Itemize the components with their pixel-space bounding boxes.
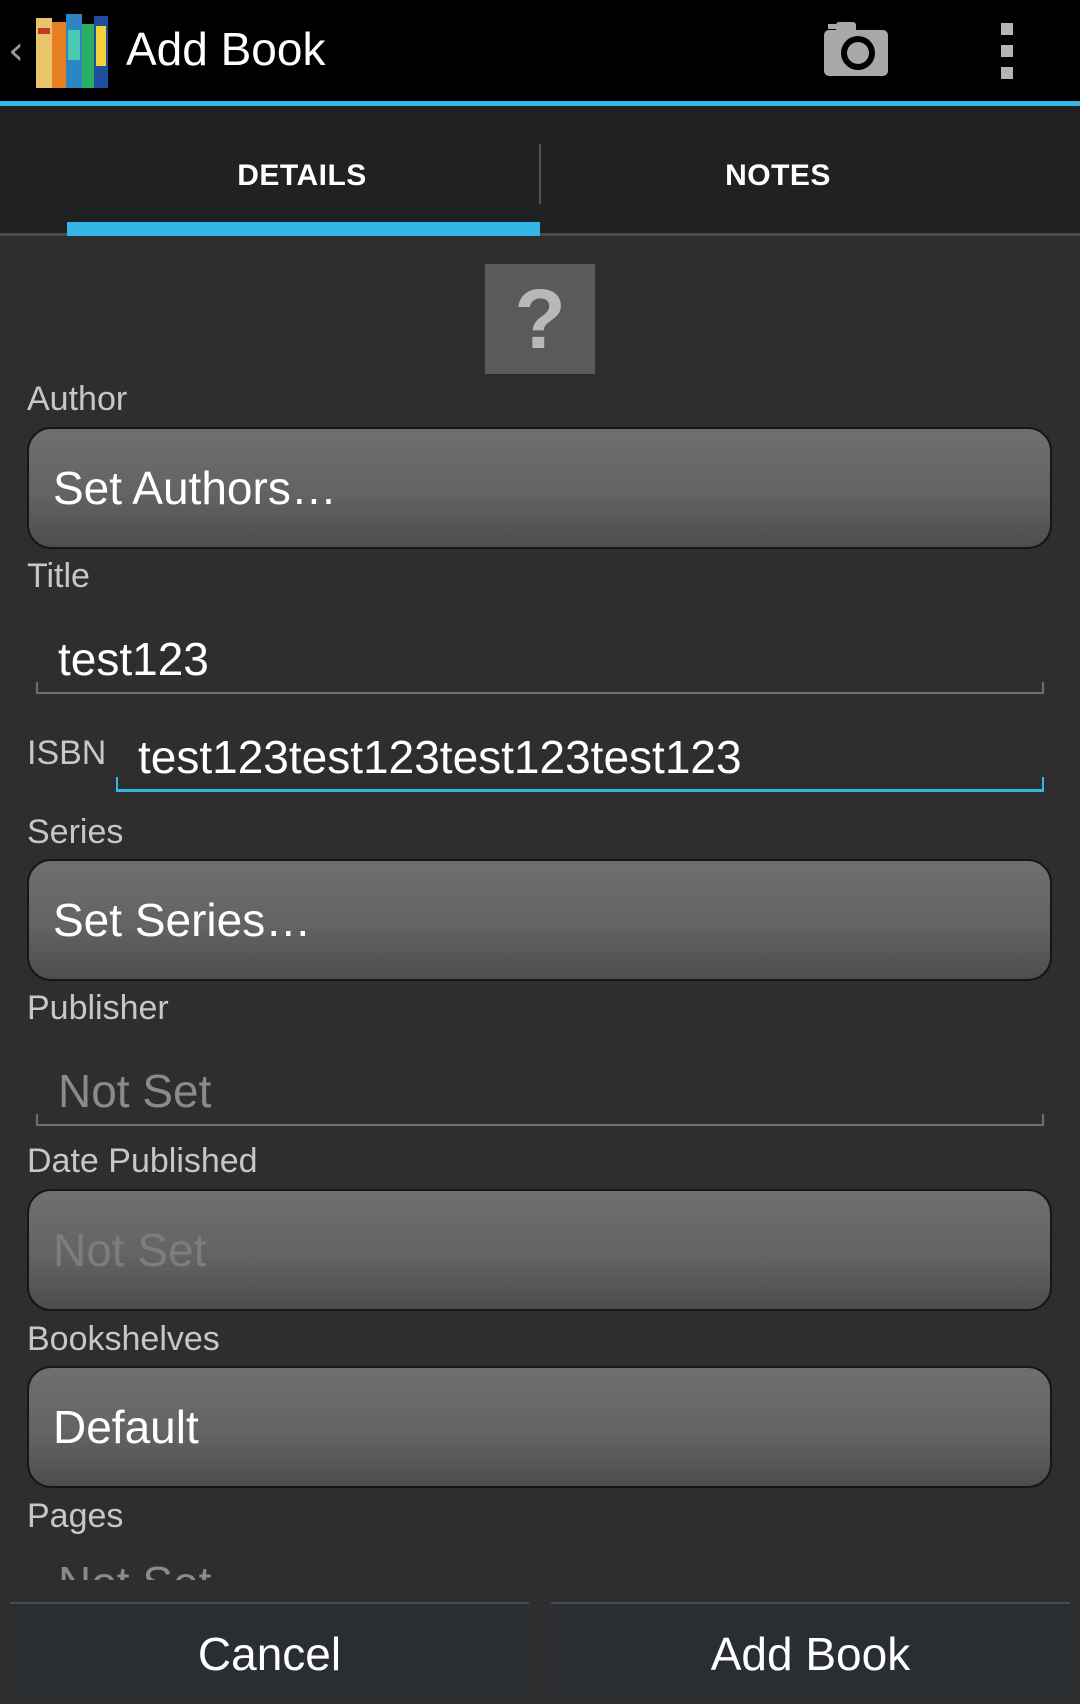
series-label: Series	[27, 813, 124, 851]
set-authors-button[interactable]: Set Authors…	[27, 427, 1052, 549]
set-series-button[interactable]: Set Series…	[27, 859, 1052, 981]
date-published-label: Date Published	[27, 1142, 258, 1180]
isbn-label: ISBN	[27, 734, 107, 772]
publisher-label: Publisher	[27, 989, 169, 1027]
title-value: test123	[58, 633, 209, 685]
publisher-field[interactable]: Not Set	[36, 1056, 1044, 1126]
camera-icon[interactable]	[818, 14, 898, 84]
isbn-value: test123test123test123test123	[138, 731, 742, 783]
book-cover-placeholder[interactable]: ?	[485, 264, 595, 374]
pages-label: Pages	[27, 1497, 124, 1535]
action-bar: ‹ Add Book	[0, 0, 1080, 106]
isbn-field[interactable]: test123test123test123test123	[116, 722, 1044, 792]
cancel-button[interactable]: Cancel	[10, 1602, 529, 1699]
title-field[interactable]: test123	[36, 624, 1044, 694]
tab-notes[interactable]: NOTES	[508, 106, 1048, 236]
tab-details[interactable]: DETAILS	[32, 106, 572, 236]
title-label: Title	[27, 557, 90, 595]
bookshelves-button[interactable]: Default	[27, 1366, 1052, 1488]
bookshelves-label: Bookshelves	[27, 1320, 220, 1358]
overflow-menu-icon[interactable]	[990, 18, 1024, 84]
publisher-hint: Not Set	[58, 1065, 212, 1117]
chevron-left-icon[interactable]: ‹	[8, 28, 24, 74]
tab-bar: DETAILS NOTES	[0, 106, 1080, 236]
bottom-button-bar: Cancel Add Book	[0, 1600, 1080, 1699]
action-bar-title: Add Book	[126, 23, 326, 75]
author-label: Author	[27, 380, 128, 418]
date-published-button[interactable]: Not Set	[27, 1189, 1052, 1311]
books-icon[interactable]	[34, 10, 110, 90]
scroll-clip	[0, 1580, 1080, 1600]
add-book-button[interactable]: Add Book	[551, 1602, 1070, 1699]
selected-tab-indicator	[67, 222, 540, 236]
